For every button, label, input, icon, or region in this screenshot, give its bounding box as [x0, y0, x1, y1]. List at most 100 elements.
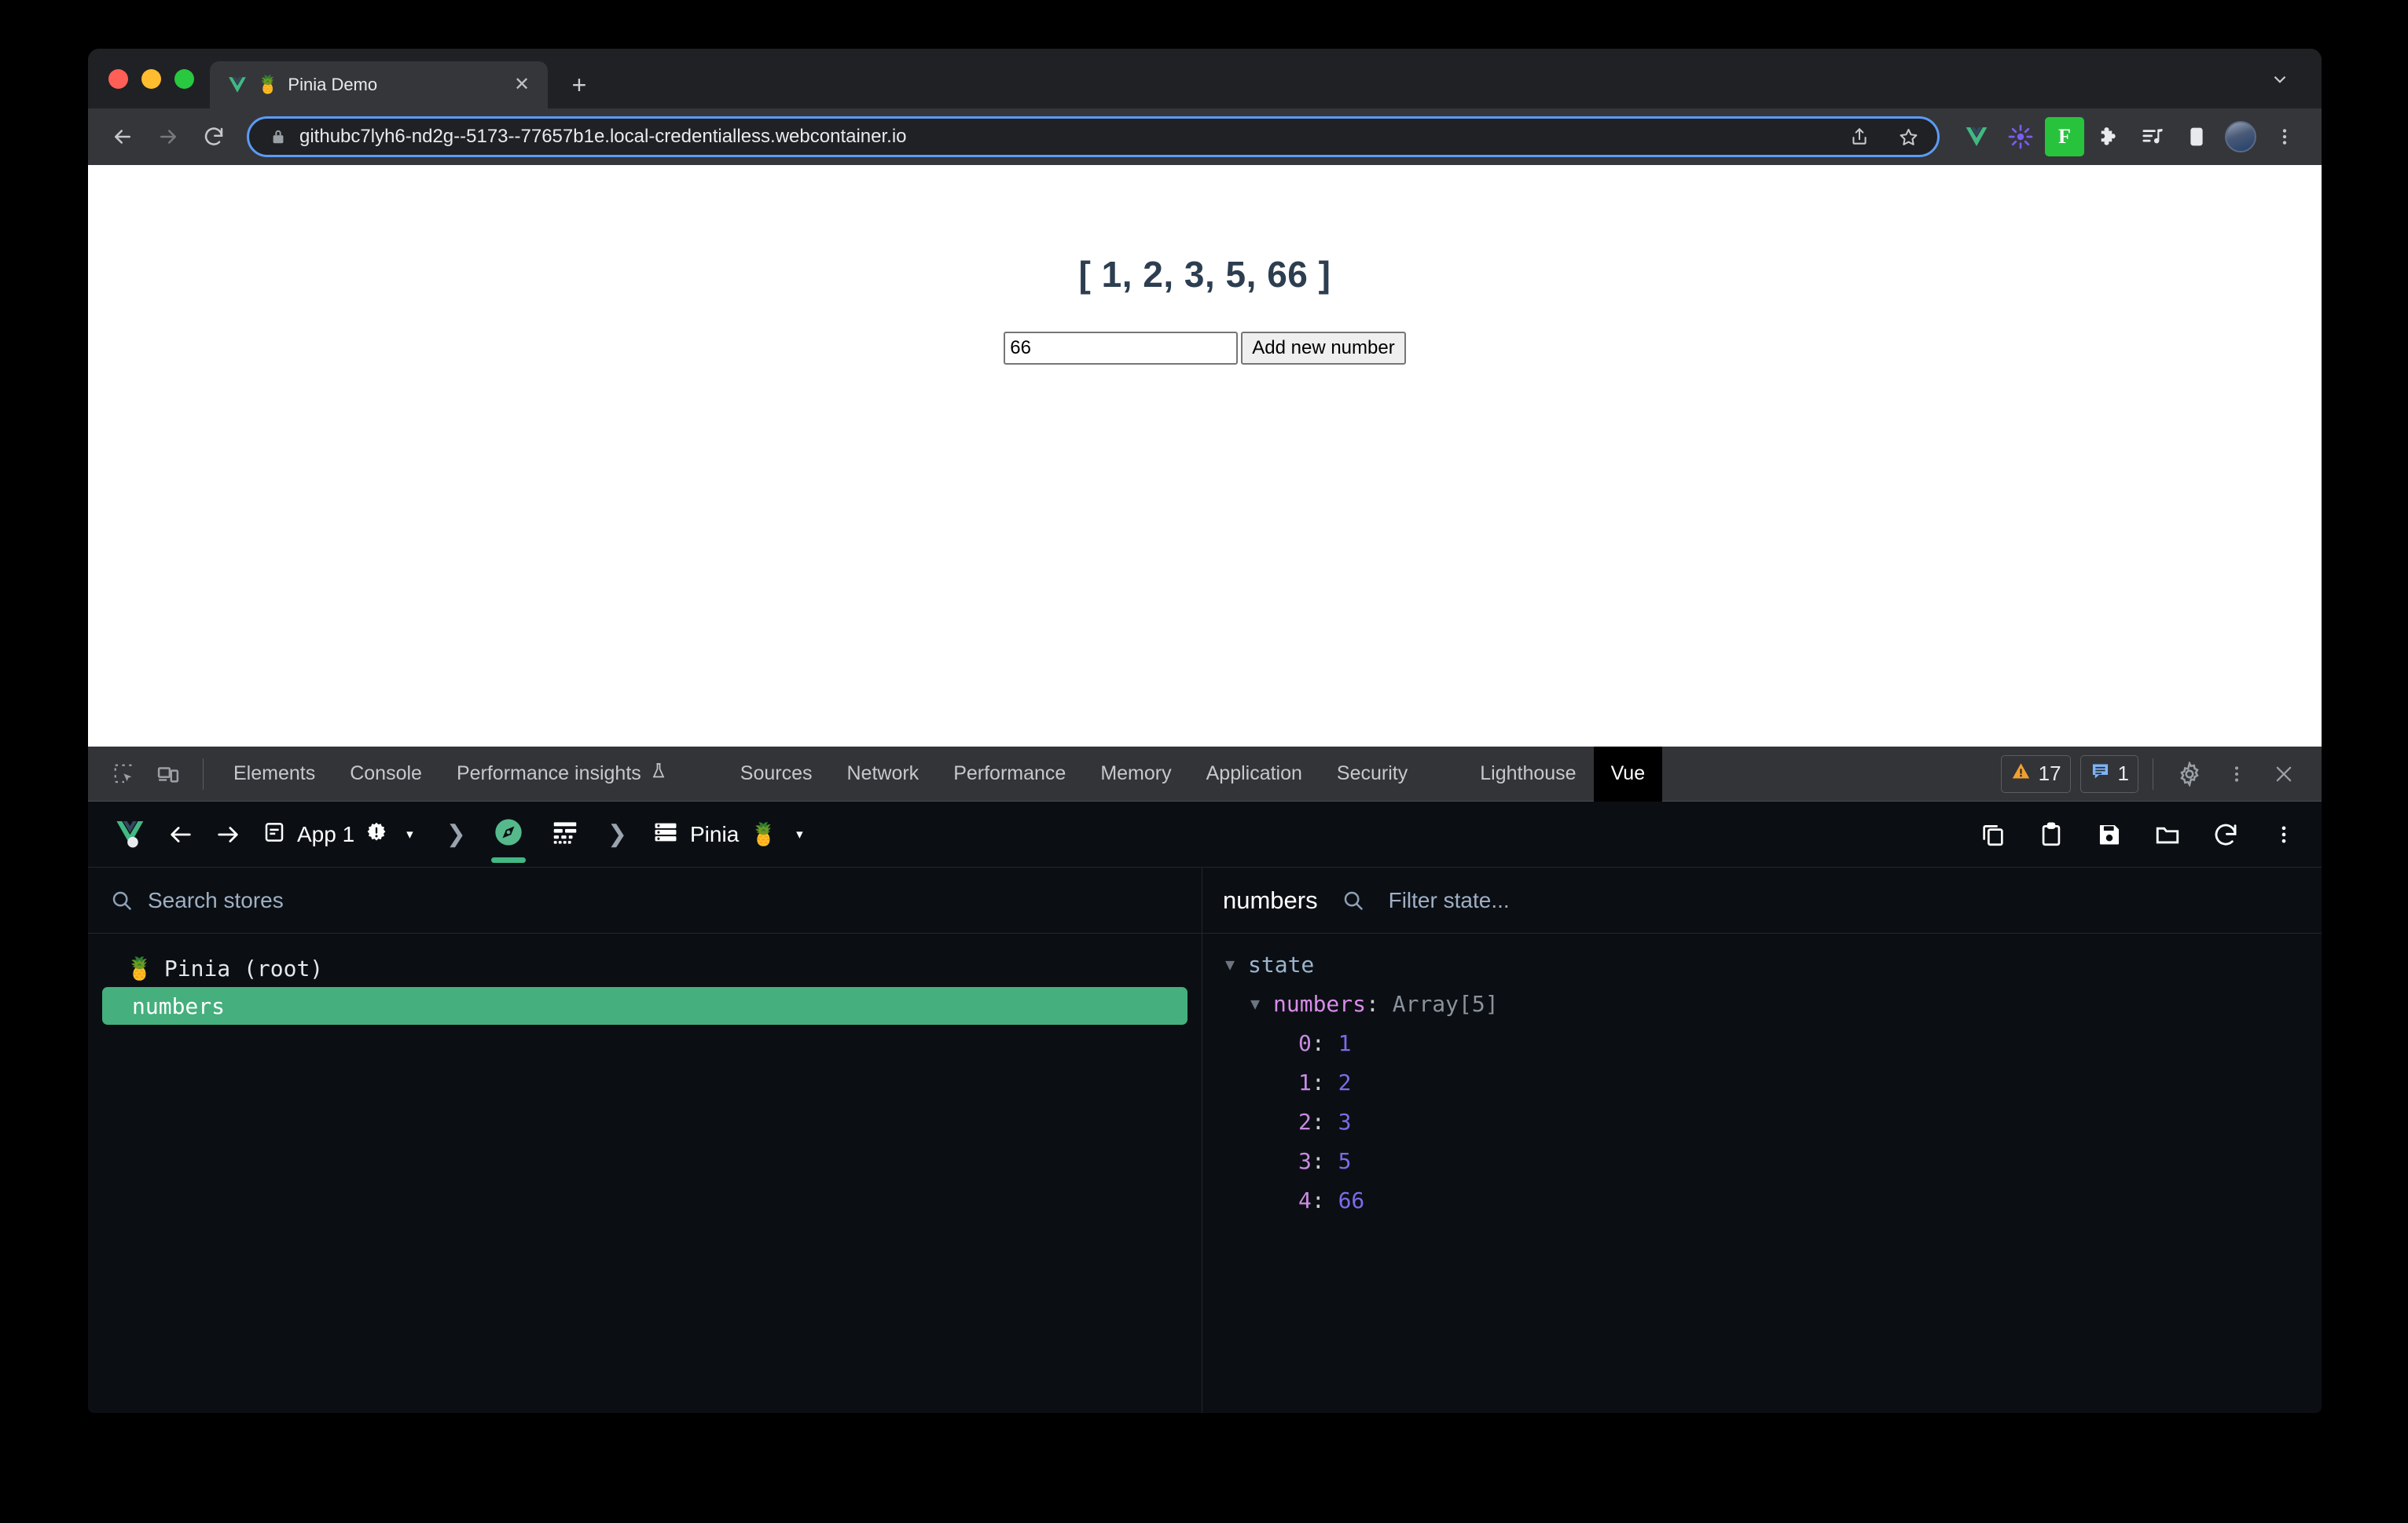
- alert-burst-icon: [365, 821, 387, 847]
- app-label: App 1: [297, 822, 354, 847]
- lock-icon: [270, 127, 287, 146]
- browser-toolbar: githubc7lyh6-nd2g--5173--77657b1e.local-…: [88, 108, 2322, 165]
- timeline-tab-button[interactable]: [538, 802, 592, 868]
- tab-elements[interactable]: Elements: [216, 747, 332, 802]
- f-extension-icon[interactable]: F: [2045, 117, 2084, 156]
- plugin-selector-pinia[interactable]: Pinia 🍍 ▾: [643, 802, 820, 868]
- state-pane-title: numbers: [1223, 886, 1318, 915]
- tree-node-state[interactable]: ▼ state: [1220, 945, 2322, 984]
- app-chevron-down-icon[interactable]: ▾: [398, 827, 421, 842]
- array-value: 3: [1338, 1109, 1352, 1135]
- tree-node-numbers-type: Array[5]: [1393, 991, 1499, 1017]
- tree-array-entry[interactable]: 3 : 5: [1220, 1141, 2322, 1180]
- search-stores-placeholder: Search stores: [148, 888, 284, 913]
- search-stores-bar[interactable]: Search stores: [88, 868, 1202, 934]
- vue-back-button[interactable]: [159, 802, 203, 868]
- stores-pane: Search stores 🍍 Pinia (root) numbers: [88, 868, 1202, 1413]
- warnings-badge[interactable]: 17: [2001, 755, 2071, 793]
- vue-forward-button[interactable]: [206, 802, 250, 868]
- vue-toolbar-actions: [1971, 802, 2306, 868]
- window-close-button[interactable]: [108, 69, 128, 89]
- vue-devtools-extension-icon[interactable]: [1957, 117, 1996, 156]
- stores-tree: 🍍 Pinia (root) numbers: [88, 934, 1202, 1413]
- store-root-pinia[interactable]: 🍍 Pinia (root): [102, 949, 1187, 987]
- tab-console[interactable]: Console: [332, 747, 439, 802]
- clipboard-paste-icon[interactable]: [2029, 802, 2073, 868]
- app-selector[interactable]: App 1 ▾: [253, 802, 431, 868]
- new-tab-button[interactable]: +: [557, 63, 601, 107]
- tab-application[interactable]: Application: [1189, 747, 1320, 802]
- tab-search-chevron-down-icon[interactable]: [2262, 61, 2298, 97]
- chevron-down-icon[interactable]: ▼: [1220, 955, 1240, 974]
- kebab-menu-icon[interactable]: [2262, 802, 2306, 868]
- side-panel-icon[interactable]: [2177, 117, 2216, 156]
- inspector-tab-button[interactable]: [482, 802, 535, 868]
- tab-security[interactable]: Security: [1320, 747, 1425, 802]
- tab-vue[interactable]: Vue: [1594, 747, 1663, 802]
- browser-tab-title: Pinia Demo: [288, 75, 499, 95]
- reload-button[interactable]: [193, 116, 234, 157]
- vue-devtools-toolbar: App 1 ▾ ❯: [88, 802, 2322, 868]
- inspect-element-icon[interactable]: [102, 752, 146, 796]
- tab-sources[interactable]: Sources: [723, 747, 830, 802]
- copy-icon[interactable]: [1971, 802, 2015, 868]
- save-icon[interactable]: [2087, 802, 2131, 868]
- tree-array-entry[interactable]: 1 : 2: [1220, 1062, 2322, 1102]
- app-window-icon: [262, 820, 286, 848]
- puzzle-extensions-icon[interactable]: [2089, 117, 2128, 156]
- breadcrumb-chevron-2-icon: ❯: [595, 820, 640, 848]
- tab-performance[interactable]: Performance: [936, 747, 1083, 802]
- gear-icon[interactable]: [2168, 752, 2212, 796]
- share-icon[interactable]: [1841, 119, 1878, 155]
- page-viewport: [ 1, 2, 3, 5, 66 ] Add new number: [88, 165, 2322, 747]
- array-index: 4: [1298, 1187, 1312, 1213]
- chevron-down-icon[interactable]: ▼: [1245, 994, 1265, 1013]
- address-bar[interactable]: githubc7lyh6-nd2g--5173--77657b1e.local-…: [247, 116, 1940, 157]
- tree-array-entry[interactable]: 4 : 66: [1220, 1180, 2322, 1220]
- timeline-icon: [550, 817, 580, 851]
- tab-network[interactable]: Network: [830, 747, 937, 802]
- refresh-icon[interactable]: [2204, 802, 2248, 868]
- toolbar-divider: [203, 758, 204, 790]
- pineapple-icon: 🍍: [126, 956, 153, 982]
- window-traffic-lights: [88, 49, 210, 108]
- tree-array-entry[interactable]: 2 : 3: [1220, 1102, 2322, 1141]
- store-item-numbers[interactable]: numbers: [102, 987, 1187, 1025]
- compass-icon: [493, 817, 524, 852]
- array-index: 0: [1298, 1030, 1312, 1056]
- plugin-label: Pinia: [690, 822, 739, 847]
- window-zoom-button[interactable]: [174, 69, 194, 89]
- tree-node-numbers[interactable]: ▼ numbers : Array[5]: [1220, 984, 2322, 1023]
- window-minimize-button[interactable]: [141, 69, 161, 89]
- forward-button[interactable]: [148, 116, 189, 157]
- state-pane-header: numbers Filter state...: [1202, 868, 2322, 934]
- tree-array-entry[interactable]: 0 : 1: [1220, 1023, 2322, 1062]
- bookmark-star-icon[interactable]: [1890, 119, 1926, 155]
- devtools-tabbar: Elements Console Performance insights So…: [88, 747, 2322, 802]
- filter-state-placeholder[interactable]: Filter state...: [1389, 888, 1510, 913]
- active-tab-indicator: [491, 857, 526, 863]
- add-new-number-button[interactable]: Add new number: [1241, 332, 1405, 365]
- open-folder-icon[interactable]: [2146, 802, 2190, 868]
- search-icon: [110, 889, 134, 912]
- number-input[interactable]: [1004, 332, 1238, 365]
- close-icon[interactable]: [2262, 752, 2306, 796]
- info-badge[interactable]: 1: [2080, 755, 2138, 793]
- chrome-menu-icon[interactable]: [2265, 117, 2304, 156]
- starburst-extension-icon[interactable]: [2001, 117, 2040, 156]
- store-root-label: Pinia (root): [164, 956, 323, 982]
- tab-close-icon[interactable]: ✕: [508, 72, 535, 98]
- tab-lighthouse[interactable]: Lighthouse: [1463, 747, 1593, 802]
- plugin-chevron-down-icon[interactable]: ▾: [788, 827, 811, 842]
- tab-performance-insights[interactable]: Performance insights: [439, 747, 685, 802]
- kebab-menu-icon[interactable]: [2215, 752, 2259, 796]
- search-icon: [1342, 889, 1365, 912]
- back-button[interactable]: [102, 116, 143, 157]
- browser-tab-pinia-demo[interactable]: 🍍 Pinia Demo ✕: [210, 61, 548, 108]
- state-tree: ▼ state ▼ numbers : Array[5] 0 : 1: [1202, 934, 2322, 1413]
- tab-memory[interactable]: Memory: [1083, 747, 1188, 802]
- profile-avatar[interactable]: [2221, 117, 2260, 156]
- tree-node-state-label: state: [1248, 952, 1314, 978]
- reading-list-icon[interactable]: [2133, 117, 2172, 156]
- device-toolbar-icon[interactable]: [146, 752, 190, 796]
